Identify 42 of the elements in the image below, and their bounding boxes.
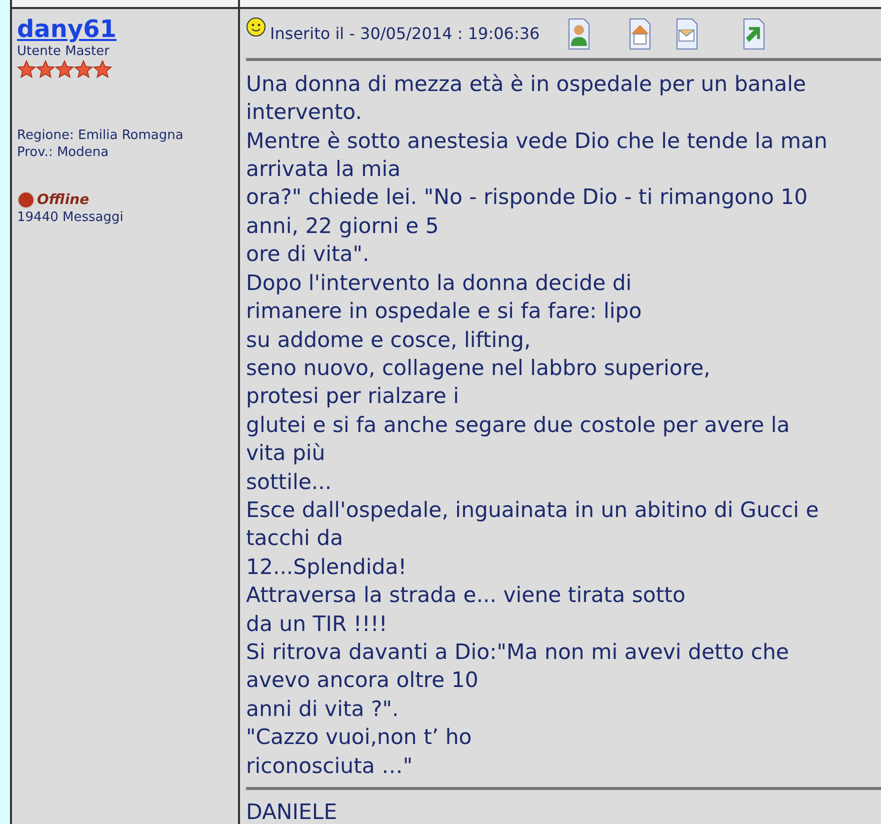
user-rank: Utente Master — [17, 42, 110, 60]
post-text-line: protesi per rialzare i — [246, 382, 460, 410]
star-icon — [36, 60, 55, 79]
profile-icon[interactable] — [566, 18, 591, 50]
post-text-line: "Cazzo vuoi,non t’ ho — [246, 723, 473, 752]
post-text-line: intervento. — [246, 98, 364, 126]
post-text-line: ore di vita". — [246, 240, 370, 268]
user-region: Regione: Emilia Romagna — [17, 126, 184, 144]
smiley-icon — [246, 16, 266, 37]
post-count: 19440 Messaggi — [17, 208, 124, 226]
post-text-line: riconosciuta …" — [246, 752, 414, 780]
post-text-line: Una donna di mezza età è in ospedale per un banale — [246, 70, 808, 98]
post-text-line: Si ritrova davanti a Dio:"Ma non mi avevi detto che — [246, 638, 790, 666]
star-icon — [55, 60, 74, 79]
signature: DANIELE — [246, 799, 338, 824]
post-text-line: 12...Splendida! — [246, 552, 408, 581]
post-text-line: da un TIR !!!! — [246, 610, 388, 638]
post-text-line: anni, 22 giorni e 5 — [246, 212, 440, 240]
post-text-line: anni di vita ?". — [246, 694, 400, 723]
post-text-line: vita più — [246, 439, 326, 468]
post-text-line: Dopo l'intervento la donna decide di — [246, 268, 633, 297]
post-text-line: su addome e cosce, lifting, — [246, 326, 532, 354]
post-text-line: Attraversa la strada e... viene tirata sotto — [246, 581, 686, 610]
post-text-line: ora?" chiede lei. "No - risponde Dio - ti rimangono 10 — [246, 183, 809, 212]
status-label: Offline — [37, 192, 90, 208]
post-text-line: Mentre è sotto anestesia vede Dio che le tende la man — [246, 126, 828, 155]
post-text-line: avevo ancora oltre 10 — [246, 666, 480, 694]
post-text-line: rimanere in ospedale e si fa fare: lipo — [246, 297, 643, 326]
user-province: Prov.: Modena — [17, 144, 109, 161]
email-icon[interactable] — [674, 18, 699, 50]
post-text-line: arrivata la mia — [246, 155, 402, 184]
post-text-line: Esce dall'ospedale, inguainata in un abitino di Gucci e — [246, 496, 820, 524]
star-icon — [74, 60, 93, 79]
star-icon — [17, 60, 36, 79]
post-date: Inserito il - 30/05/2014 : 19:06:36 — [270, 24, 540, 44]
home-icon[interactable] — [626, 18, 652, 50]
username-link[interactable]: dany61 — [17, 14, 117, 43]
star-icon — [93, 60, 112, 79]
post-text-line: glutei e si fa anche segare due costole per avere la — [246, 410, 791, 439]
post-text-line: seno nuovo, collagene nel labbro superiore, — [246, 354, 712, 382]
post-text-line: tacchi da — [246, 524, 344, 552]
post-text-line: sottile... — [246, 468, 333, 496]
